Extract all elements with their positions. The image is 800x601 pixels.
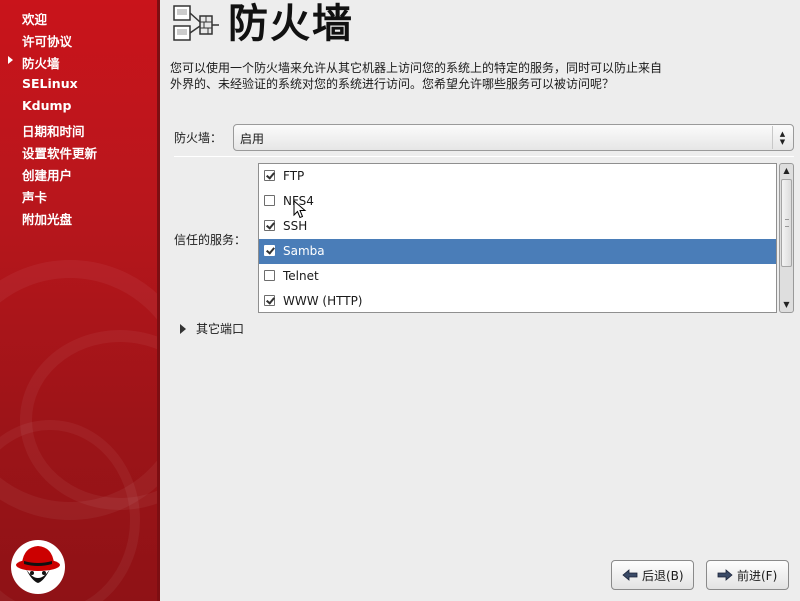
- trusted-services-label: 信任的服务：: [174, 233, 247, 247]
- trusted-services-list[interactable]: FTP NFS4 SSH Samba Telnet WWW (HTTP): [258, 163, 777, 313]
- sidebar-step-welcome: 欢迎: [22, 12, 48, 27]
- firewall-state-select[interactable]: 启用 ▲ ▼: [233, 124, 794, 151]
- service-checkbox[interactable]: [264, 270, 275, 281]
- sidebar-step-datetime: 日期和时间: [22, 124, 85, 139]
- current-step-arrow-icon: [8, 56, 13, 64]
- scroll-up-arrow-icon[interactable]: ▲: [780, 164, 793, 178]
- page-title: 防火墙: [228, 1, 354, 47]
- service-name: Samba: [283, 244, 325, 258]
- forward-arrow-icon: [717, 569, 733, 581]
- page-description: 您可以使用一个防火墙来允许从其它机器上访问您的系统上的特定的服务，同时可以防止来…: [170, 61, 663, 91]
- service-row-ftp[interactable]: FTP: [259, 164, 776, 189]
- mouse-cursor-icon: [293, 200, 307, 219]
- service-row-samba[interactable]: Samba: [259, 239, 776, 264]
- service-checkbox[interactable]: [264, 220, 275, 231]
- red-hat-logo: [11, 540, 65, 594]
- service-name: Telnet: [283, 269, 319, 283]
- sidebar-step-create-user: 创建用户: [22, 168, 73, 183]
- sidebar-step-license: 许可协议: [22, 34, 73, 49]
- sidebar-step-firewall: 防火墙: [22, 56, 60, 71]
- back-button-label: 后退(B): [642, 568, 684, 583]
- service-row-www-http[interactable]: WWW (HTTP): [259, 289, 776, 312]
- next-button-label: 前进(F): [737, 568, 778, 583]
- sidebar: 欢迎 许可协议 防火墙 SELinux Kdump 日期和时间 设置软件更新 创…: [0, 0, 160, 601]
- service-checkbox[interactable]: [264, 245, 275, 256]
- service-row-ssh[interactable]: SSH: [259, 214, 776, 239]
- scroll-down-arrow-icon[interactable]: ▼: [780, 298, 793, 312]
- firewall-state-value: 启用: [240, 132, 265, 146]
- service-name: WWW (HTTP): [283, 294, 363, 308]
- other-ports-expander[interactable]: 其它端口: [180, 320, 244, 337]
- service-checkbox[interactable]: [264, 170, 275, 181]
- back-button[interactable]: 后退(B): [611, 560, 694, 590]
- service-row-nfs4[interactable]: NFS4: [259, 189, 776, 214]
- service-row-telnet[interactable]: Telnet: [259, 264, 776, 289]
- expander-arrow-icon: [180, 323, 186, 334]
- main-panel: 防火墙 您可以使用一个防火墙来允许从其它机器上访问您的系统上的特定的服务，同时可…: [160, 0, 800, 601]
- scrollbar-thumb[interactable]: [781, 179, 792, 267]
- firewall-icon: [173, 5, 219, 41]
- service-checkbox[interactable]: [264, 195, 275, 206]
- sidebar-step-sound-card: 声卡: [22, 190, 48, 205]
- next-button[interactable]: 前进(F): [706, 560, 789, 590]
- service-name: SSH: [283, 219, 308, 233]
- service-checkbox[interactable]: [264, 295, 275, 306]
- firewall-label: 防火墙：: [174, 131, 223, 145]
- sidebar-step-software-updates: 设置软件更新: [22, 146, 98, 161]
- other-ports-label: 其它端口: [196, 322, 245, 336]
- back-arrow-icon: [622, 569, 638, 581]
- combo-up-down-icon: ▲ ▼: [772, 126, 792, 149]
- service-name: FTP: [283, 169, 305, 183]
- sidebar-step-selinux: SELinux: [22, 76, 78, 91]
- services-scrollbar[interactable]: ▲ ▼: [779, 163, 794, 313]
- separator: [174, 156, 794, 157]
- sidebar-step-additional-cds: 附加光盘: [22, 212, 73, 227]
- sidebar-step-kdump: Kdump: [22, 98, 72, 113]
